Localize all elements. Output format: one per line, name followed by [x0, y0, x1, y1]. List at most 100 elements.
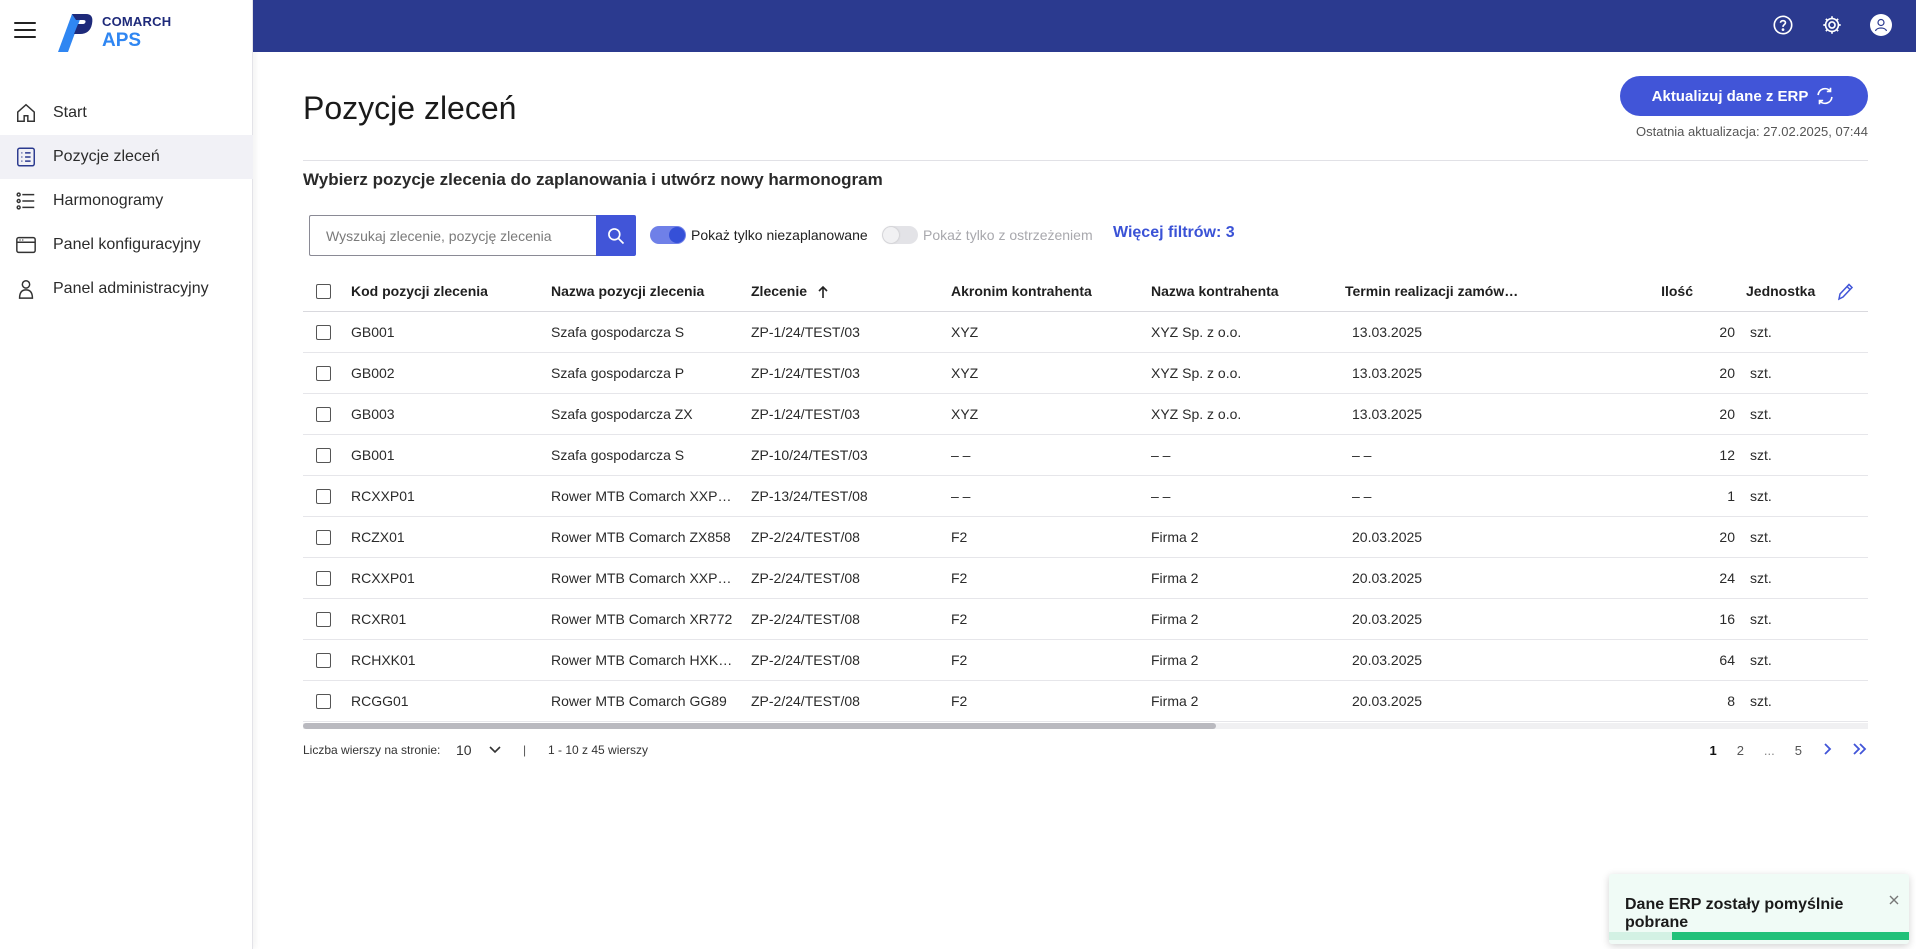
toggle-knob [669, 227, 685, 243]
cell-jednostka: szt. [1750, 652, 1772, 668]
cell-zlecenie: ZP-13/24/TEST/08 [751, 488, 868, 504]
header-divider [303, 160, 1868, 161]
search-input[interactable] [309, 215, 596, 256]
rows-per-page-select[interactable]: 10 [456, 740, 502, 760]
row-checkbox[interactable] [316, 407, 331, 422]
edit-columns-pencil-icon[interactable] [1836, 282, 1854, 302]
table-row[interactable]: GB001 Szafa gospodarcza S ZP-10/24/TEST/… [303, 435, 1868, 476]
table-row[interactable]: RCZX01 Rower MTB Comarch ZX858 ZP-2/24/T… [303, 517, 1868, 558]
cell-akronim: – – [951, 488, 971, 504]
more-filters-link[interactable]: Więcej filtrów: 3 [1113, 224, 1235, 242]
cell-zlecenie: ZP-1/24/TEST/03 [751, 324, 860, 340]
sidebar-item-label: Pozycje zleceń [53, 148, 160, 165]
row-checkbox[interactable] [316, 489, 331, 504]
select-all-checkbox[interactable] [316, 284, 331, 299]
cell-jednostka: szt. [1750, 611, 1772, 627]
cell-kod: RCXXP01 [351, 488, 415, 504]
column-header-ilosc[interactable]: Ilość [1623, 271, 1693, 312]
table-row[interactable]: GB003 Szafa gospodarcza ZX ZP-1/24/TEST/… [303, 394, 1868, 435]
horizontal-scrollbar[interactable] [303, 723, 1868, 729]
cell-zlecenie: ZP-2/24/TEST/08 [751, 570, 860, 586]
cell-akronim: XYZ [951, 406, 979, 422]
cell-ilosc: 20 [1719, 365, 1735, 381]
row-checkbox[interactable] [316, 448, 331, 463]
cell-nazwa: Rower MTB Comarch ZX858 [551, 529, 731, 545]
column-header-zlecenie[interactable]: Zlecenie [751, 271, 936, 312]
column-header-zlecenie-label: Zlecenie [751, 283, 808, 299]
cell-kod: RCXXP01 [351, 570, 415, 586]
update-erp-button-label: Aktualizuj dane z ERP [1651, 87, 1809, 105]
close-icon[interactable] [1888, 894, 1900, 906]
sidebar-item-start[interactable]: Start [0, 91, 253, 135]
cell-ilosc: 24 [1719, 570, 1735, 586]
cell-kod: RCHXK01 [351, 652, 416, 668]
row-checkbox[interactable] [316, 694, 331, 709]
page-link-2[interactable]: 2 [1737, 743, 1744, 758]
cell-kontrahent: XYZ Sp. z o.o. [1151, 406, 1242, 422]
table-row[interactable]: RCXXP01 Rower MTB Comarch XXP2… ZP-2/24/… [303, 558, 1868, 599]
cell-jednostka: szt. [1750, 324, 1772, 340]
cell-ilosc: 16 [1719, 611, 1735, 627]
table-row[interactable]: RCHXK01 Rower MTB Comarch HXK9… ZP-2/24/… [303, 640, 1868, 681]
user-avatar-icon[interactable] [1869, 13, 1893, 37]
cell-akronim: F2 [951, 570, 968, 586]
last-page-double-chevron-icon[interactable] [1852, 742, 1868, 759]
sidebar-item-pozycje-zlecen[interactable]: Pozycje zleceń [0, 135, 253, 179]
row-checkbox[interactable] [316, 366, 331, 381]
column-header-nazwa[interactable]: Nazwa pozycji zlecenia [551, 271, 736, 312]
settings-gear-icon[interactable] [1820, 13, 1844, 37]
cell-ilosc: 8 [1727, 693, 1735, 709]
list-icon [14, 145, 38, 169]
table-row[interactable]: GB001 Szafa gospodarcza S ZP-1/24/TEST/0… [303, 312, 1868, 353]
cell-ilosc: 20 [1719, 324, 1735, 340]
cell-akronim: F2 [951, 652, 968, 668]
sidebar-item-panel-administracyjny[interactable]: Panel administracyjny [0, 267, 253, 311]
cell-kontrahent: Firma 2 [1151, 693, 1199, 709]
search-button[interactable] [596, 215, 636, 256]
cell-nazwa: Rower MTB Comarch XXP2… [551, 570, 736, 586]
cell-nazwa: Rower MTB Comarch HXK9… [551, 652, 736, 668]
sidebar-nav: Start Pozycje zleceń Harmonogramy Panel … [0, 91, 253, 311]
menu-hamburger-icon[interactable] [14, 22, 36, 40]
cell-jednostka: szt. [1750, 365, 1772, 381]
sidebar-item-panel-konfiguracyjny[interactable]: Panel konfiguracyjny [0, 223, 253, 267]
schedule-list-icon [14, 189, 38, 213]
cell-kontrahent: XYZ Sp. z o.o. [1151, 365, 1242, 381]
update-erp-button[interactable]: Aktualizuj dane z ERP [1620, 76, 1868, 116]
help-icon[interactable] [1771, 13, 1795, 37]
cell-nazwa: Szafa gospodarcza S [551, 324, 685, 340]
row-checkbox[interactable] [316, 530, 331, 545]
toast-timer-progress [1672, 932, 1909, 940]
row-checkbox[interactable] [316, 325, 331, 340]
cell-zlecenie: ZP-10/24/TEST/03 [751, 447, 868, 463]
cell-jednostka: szt. [1750, 529, 1772, 545]
row-checkbox[interactable] [316, 653, 331, 668]
sidebar-item-harmonogramy[interactable]: Harmonogramy [0, 179, 253, 223]
unplanned-only-toggle[interactable] [650, 226, 686, 244]
warnings-only-toggle[interactable] [882, 226, 918, 244]
column-header-kod[interactable]: Kod pozycji zlecenia [351, 271, 541, 312]
cell-kontrahent: XYZ Sp. z o.o. [1151, 324, 1242, 340]
order-items-table: Kod pozycji zlecenia Nazwa pozycji zlece… [303, 271, 1868, 722]
row-checkbox[interactable] [316, 612, 331, 627]
scrollbar-thumb[interactable] [303, 723, 1216, 729]
cell-kod: GB003 [351, 406, 395, 422]
column-header-termin[interactable]: Termin realizacji zamów… [1345, 271, 1530, 312]
column-header-akronim[interactable]: Akronim kontrahenta [951, 271, 1136, 312]
table-row[interactable]: RCGG01 Rower MTB Comarch GG89 ZP-2/24/TE… [303, 681, 1868, 722]
column-header-kontrahent[interactable]: Nazwa kontrahenta [1151, 271, 1336, 312]
table-row[interactable]: RCXXP01 Rower MTB Comarch XXP2… ZP-13/24… [303, 476, 1868, 517]
cell-nazwa: Rower MTB Comarch GG89 [551, 693, 727, 709]
next-page-chevron-icon[interactable] [1822, 742, 1832, 759]
page-subtitle: Wybierz pozycje zlecenia do zaplanowania… [303, 170, 883, 189]
table-row[interactable]: RCXR01 Rower MTB Comarch XR772 ZP-2/24/T… [303, 599, 1868, 640]
cell-kontrahent: Firma 2 [1151, 529, 1199, 545]
page-link-5[interactable]: 5 [1795, 743, 1802, 758]
app-logo[interactable]: COMARCH APS [52, 10, 171, 54]
page-link-1[interactable]: 1 [1709, 743, 1716, 758]
table-row[interactable]: GB002 Szafa gospodarcza P ZP-1/24/TEST/0… [303, 353, 1868, 394]
rows-per-page-value: 10 [456, 742, 472, 758]
logo-text: COMARCH APS [102, 15, 171, 50]
row-checkbox[interactable] [316, 571, 331, 586]
cell-zlecenie: ZP-2/24/TEST/08 [751, 529, 860, 545]
